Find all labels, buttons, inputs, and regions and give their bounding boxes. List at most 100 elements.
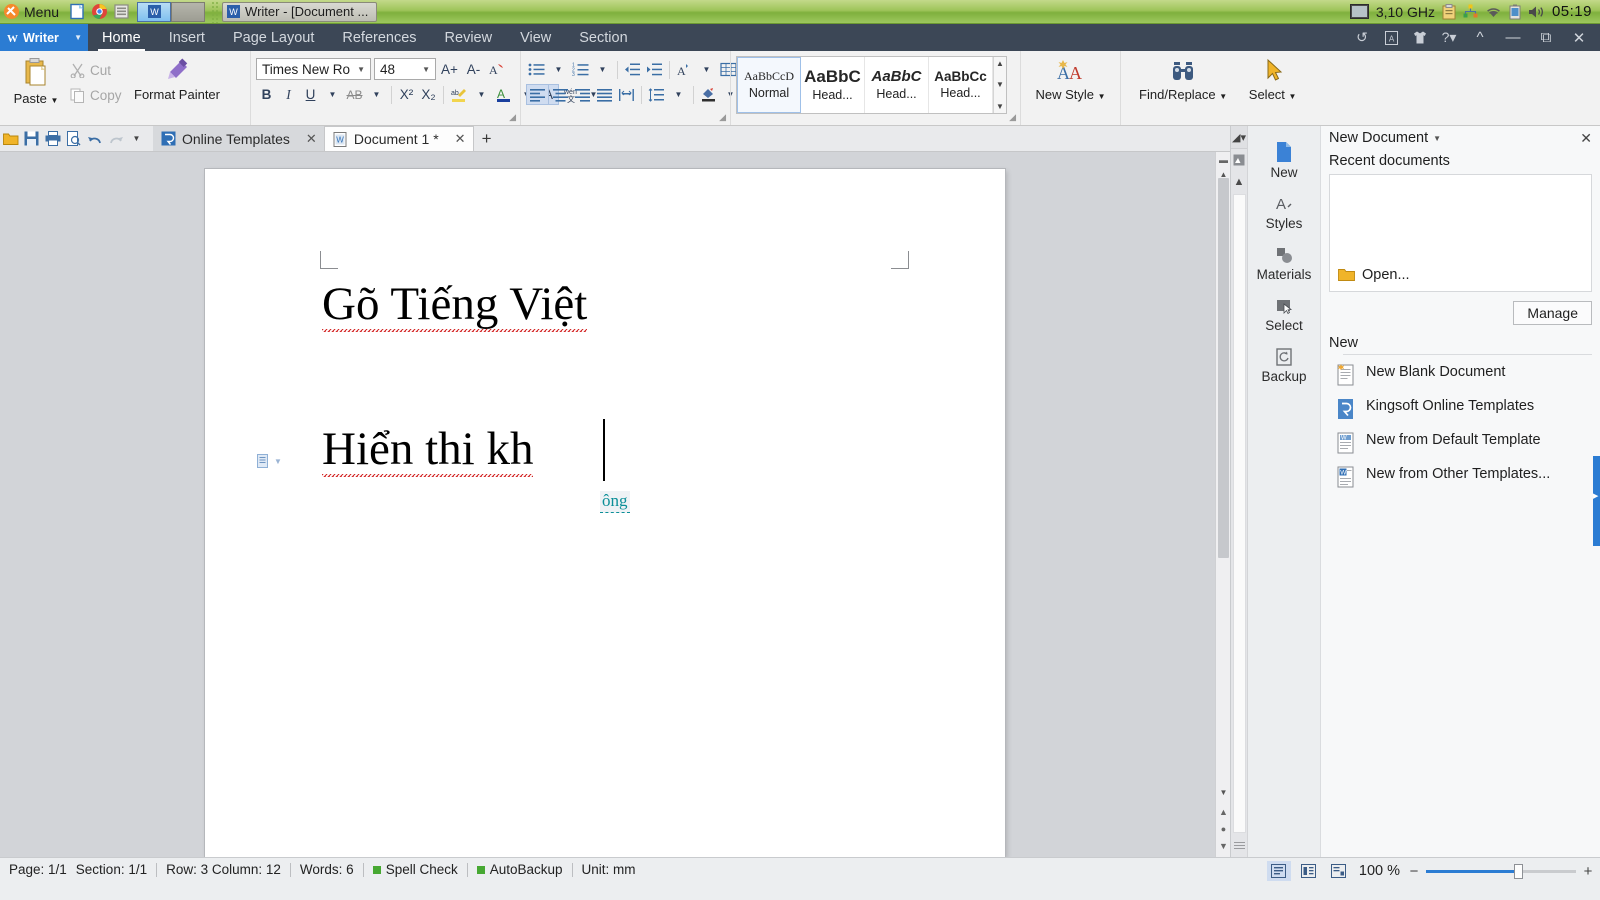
- web-layout-icon[interactable]: [1327, 861, 1351, 881]
- clear-formatting-icon[interactable]: A: [487, 59, 508, 80]
- tab-online-templates[interactable]: Online Templates ✕: [153, 126, 324, 151]
- minimize-icon[interactable]: —: [1498, 24, 1528, 51]
- tab-references[interactable]: References: [328, 24, 430, 51]
- print-layout-icon[interactable]: [1266, 861, 1291, 881]
- task-pane-item-styles[interactable]: A Styles: [1248, 188, 1320, 239]
- status-autobackup[interactable]: AutoBackup: [468, 862, 572, 877]
- align-left-icon[interactable]: [526, 84, 549, 105]
- tab-insert[interactable]: Insert: [155, 24, 219, 51]
- restore-icon[interactable]: ⧉: [1531, 24, 1561, 51]
- open-document-button[interactable]: Open...: [1338, 267, 1410, 283]
- split-view-icon[interactable]: ▬: [1216, 152, 1230, 167]
- task-pane-item-new[interactable]: New: [1248, 135, 1320, 188]
- rail-grip[interactable]: [1234, 842, 1245, 851]
- underline-button[interactable]: U: [300, 84, 321, 105]
- chrome-icon[interactable]: [91, 3, 108, 20]
- document-icon[interactable]: A: [1378, 24, 1404, 51]
- status-row-column[interactable]: Row: 3 Column: 12: [157, 862, 290, 877]
- shrink-font-button[interactable]: A-: [463, 59, 484, 80]
- chevron-down-icon[interactable]: ▼: [366, 84, 387, 105]
- previous-page-icon[interactable]: ▲: [1216, 804, 1230, 819]
- customize-quick-access-icon[interactable]: ▼: [126, 127, 147, 151]
- redo-icon[interactable]: [105, 127, 126, 151]
- style-item-heading-2[interactable]: AaBbC Head...: [865, 57, 929, 113]
- battery-icon[interactable]: [1509, 4, 1521, 20]
- new-from-other-templates-item[interactable]: W New from Other Templates...: [1321, 460, 1600, 494]
- chevron-down-icon[interactable]: ▼: [696, 59, 717, 80]
- status-section[interactable]: Section: 1/1: [76, 862, 156, 877]
- align-right-icon[interactable]: [572, 84, 593, 105]
- chevron-down-icon[interactable]: ▼: [322, 84, 343, 105]
- archive-icon[interactable]: [113, 3, 130, 20]
- wifi-icon[interactable]: [1485, 5, 1502, 19]
- print-icon[interactable]: [42, 127, 63, 151]
- justify-icon[interactable]: [594, 84, 615, 105]
- chevron-down-icon[interactable]: ▼: [471, 84, 492, 105]
- font-dialog-launcher[interactable]: ◢: [509, 112, 516, 123]
- tab-section[interactable]: Section: [565, 24, 641, 51]
- strikethrough-button[interactable]: AB: [344, 84, 365, 105]
- manage-button[interactable]: Manage: [1513, 301, 1592, 325]
- browse-object-icon[interactable]: ●: [1216, 821, 1230, 836]
- kingsoft-online-templates-item[interactable]: Kingsoft Online Templates: [1321, 392, 1600, 426]
- numbered-list-icon[interactable]: 123: [570, 59, 591, 80]
- tab-document-1[interactable]: W Document 1 * ✕: [323, 126, 474, 151]
- style-gallery-scroll[interactable]: ▲ ▼ ▼: [993, 57, 1006, 113]
- scroll-down-icon[interactable]: ▼: [994, 79, 1006, 90]
- expand-gallery-icon[interactable]: ▼: [994, 101, 1006, 112]
- shirt-icon[interactable]: [1407, 24, 1433, 51]
- new-from-default-template-item[interactable]: W New from Default Template: [1321, 426, 1600, 460]
- network-icon[interactable]: [1463, 4, 1478, 19]
- style-gallery[interactable]: AaBbCcD Normal AaBbC Head... AaBbC Head.…: [736, 56, 1007, 114]
- ime-suggestion-popup[interactable]: ông: [600, 491, 630, 513]
- highlight-icon[interactable]: ab: [448, 84, 470, 105]
- asian-layout-icon[interactable]: A: [674, 59, 695, 80]
- rail-scroll-up-icon[interactable]: ▲: [1231, 171, 1247, 193]
- save-icon[interactable]: [21, 127, 42, 151]
- zoom-slider-knob[interactable]: [1514, 863, 1523, 879]
- italic-button[interactable]: I: [278, 84, 299, 105]
- decrease-indent-icon[interactable]: [622, 59, 643, 80]
- shading-icon[interactable]: [698, 84, 719, 105]
- scroll-up-icon[interactable]: ▲: [994, 58, 1006, 69]
- zoom-in-button[interactable]: +: [1582, 863, 1594, 880]
- new-blank-document-item[interactable]: New Blank Document: [1321, 358, 1600, 392]
- writer-window-button[interactable]: W: [137, 1, 172, 22]
- document-line-1[interactable]: Gõ Tiếng Việt: [322, 281, 588, 332]
- new-tab-button[interactable]: +: [474, 126, 500, 151]
- recent-documents-list[interactable]: Open...: [1329, 174, 1592, 292]
- increase-indent-icon[interactable]: [644, 59, 665, 80]
- status-spell-check[interactable]: Spell Check: [364, 862, 467, 877]
- files-icon[interactable]: [69, 3, 86, 20]
- task-pane-item-backup[interactable]: Backup: [1248, 341, 1320, 392]
- copy-button[interactable]: Copy: [67, 85, 125, 106]
- task-pane-item-materials[interactable]: Materials: [1248, 239, 1320, 290]
- paragraph-dialog-launcher[interactable]: ◢: [719, 112, 726, 123]
- style-item-heading-3[interactable]: AaBbCc Head...: [929, 57, 993, 113]
- app-menu-button[interactable]: W Writer ▼: [0, 24, 88, 51]
- distribute-icon[interactable]: [616, 84, 637, 105]
- start-menu-button[interactable]: Menu: [0, 0, 65, 24]
- line-spacing-icon[interactable]: [646, 84, 667, 105]
- styles-dialog-launcher[interactable]: ◢: [1009, 112, 1016, 123]
- zoom-out-button[interactable]: −: [1408, 863, 1420, 880]
- zoom-slider[interactable]: [1426, 863, 1576, 879]
- font-color-icon[interactable]: A: [493, 84, 515, 105]
- task-pane-item-select[interactable]: Select: [1248, 290, 1320, 341]
- undo-icon[interactable]: [84, 127, 105, 151]
- status-unit[interactable]: Unit: mm: [573, 862, 645, 877]
- subscript-button[interactable]: X₂: [418, 84, 439, 105]
- status-page[interactable]: Page: 1/1: [0, 862, 76, 877]
- bullet-list-icon[interactable]: [526, 59, 547, 80]
- clipboard-icon[interactable]: [1442, 3, 1456, 20]
- paragraph-marker-icon[interactable]: ▼: [257, 454, 282, 469]
- document-page[interactable]: Gõ Tiếng Việt ▼ Hiển thi kh ông: [205, 169, 1005, 857]
- taskbar-active-task[interactable]: W Writer - [Document ...: [222, 1, 378, 22]
- align-center-icon[interactable]: [550, 84, 571, 105]
- document-vertical-scrollbar[interactable]: ▬ ▲ ▼ ▲ ● ▼: [1215, 152, 1230, 857]
- font-family-combo[interactable]: Times New Ro ▼: [256, 58, 371, 80]
- document-line-2[interactable]: Hiển thi kh: [322, 426, 534, 477]
- style-item-heading-1[interactable]: AaBbC Head...: [801, 57, 865, 113]
- style-item-normal[interactable]: AaBbCcD Normal: [737, 57, 801, 113]
- paste-button[interactable]: Paste ▼: [5, 54, 67, 106]
